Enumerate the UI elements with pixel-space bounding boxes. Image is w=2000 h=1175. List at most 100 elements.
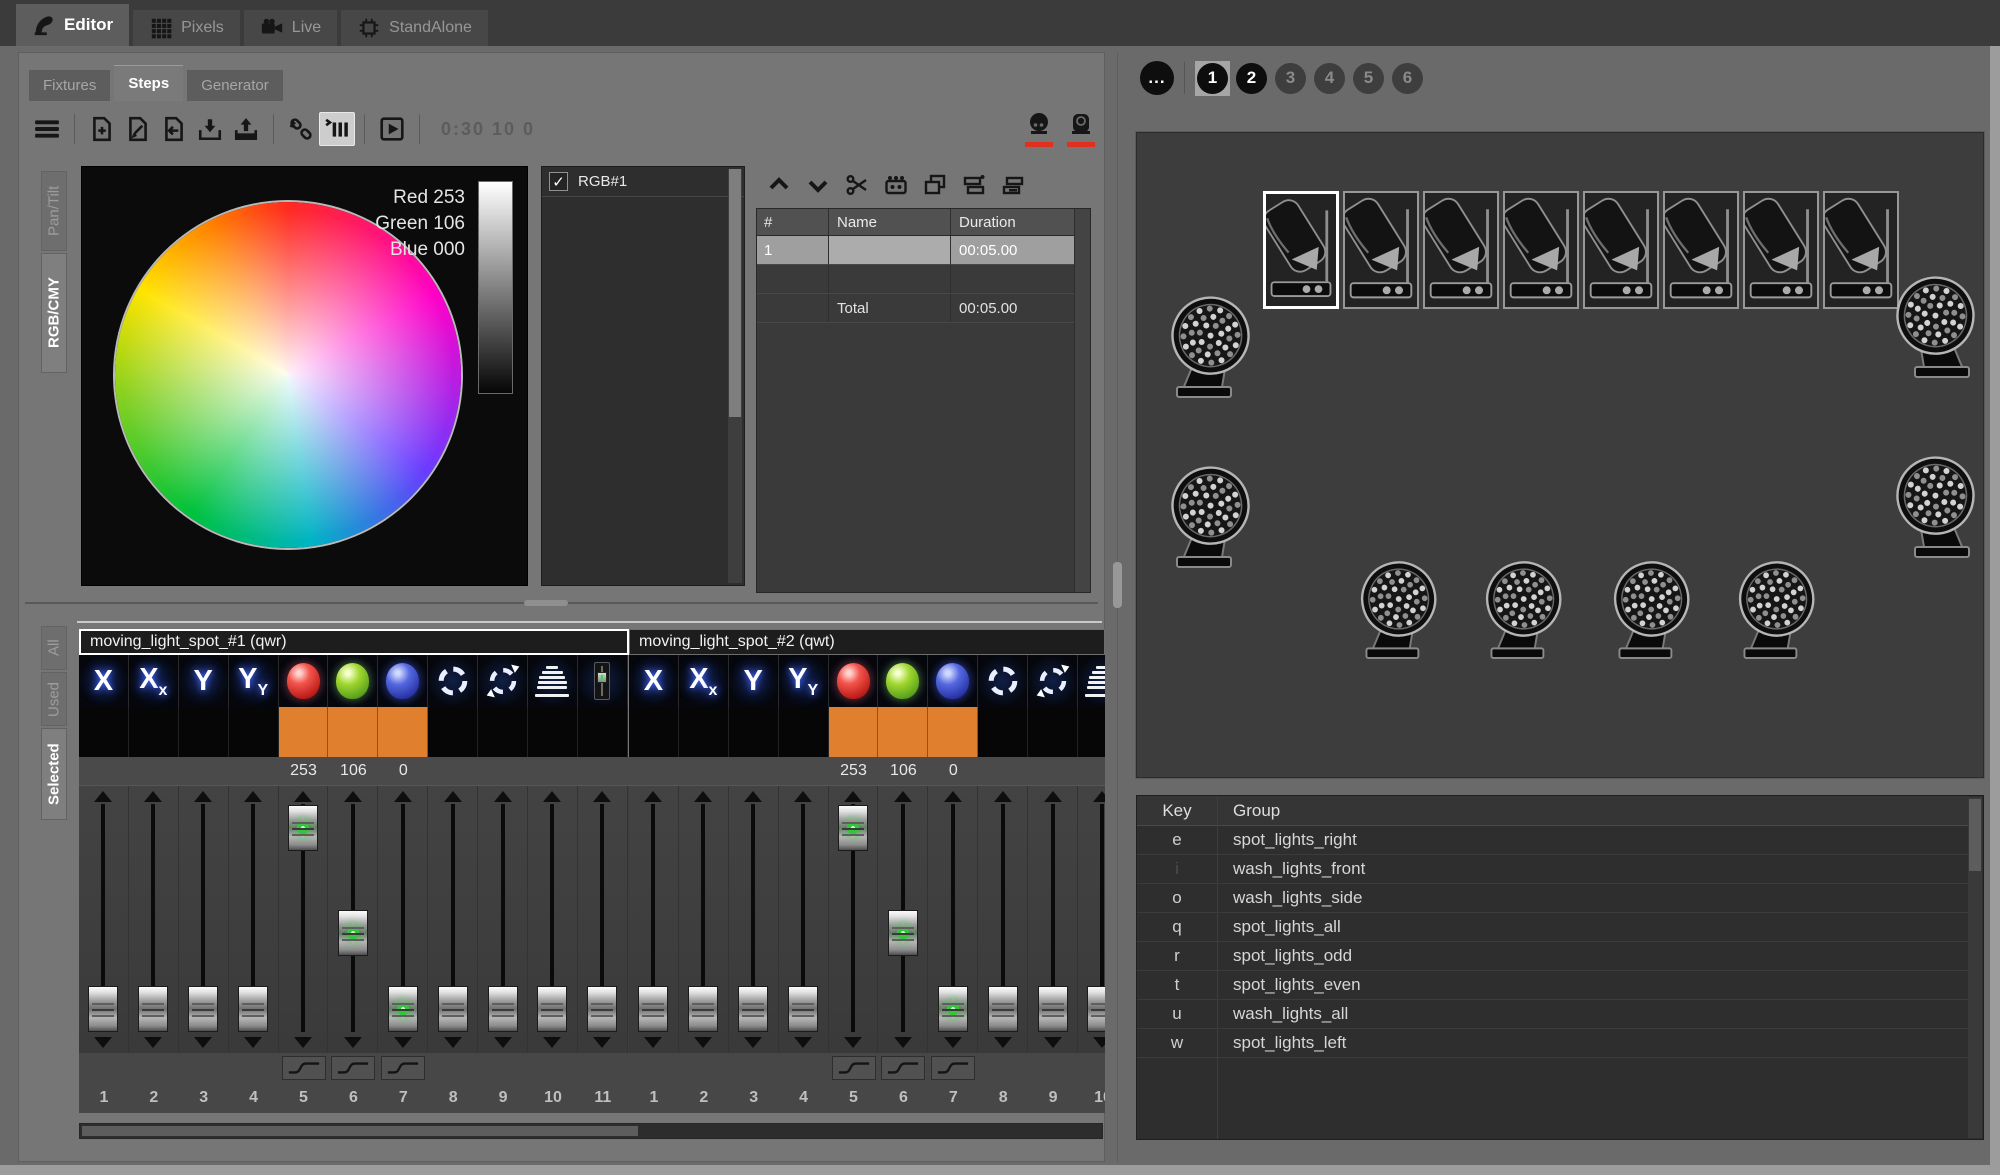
channel-curve-cell[interactable] — [829, 1053, 879, 1083]
fader-up-arrow[interactable] — [194, 791, 212, 802]
channel-icon-cell[interactable]: YY — [779, 655, 829, 707]
channel-fader[interactable] — [878, 786, 928, 1053]
channel-fader[interactable] — [79, 786, 129, 1053]
fader-down-arrow[interactable] — [794, 1037, 812, 1048]
fader-thumb[interactable] — [587, 986, 617, 1032]
blackout-spot-button[interactable] — [1024, 111, 1054, 147]
fader-down-arrow[interactable] — [94, 1037, 112, 1048]
group-row[interactable]: w spot_lights_left — [1137, 1029, 1968, 1058]
channel-fader[interactable] — [779, 786, 829, 1053]
fader-up-arrow[interactable] — [94, 791, 112, 802]
channel-fader[interactable] — [679, 786, 729, 1053]
stage-wash-fixture[interactable] — [1478, 553, 1578, 663]
scrollbar-thumb[interactable] — [729, 169, 741, 417]
fader-up-arrow[interactable] — [543, 791, 561, 802]
fade-curve-icon[interactable] — [331, 1056, 375, 1080]
channel-value-block[interactable] — [179, 707, 229, 757]
channel-value-block[interactable] — [679, 707, 729, 757]
channel-fader[interactable] — [328, 786, 378, 1053]
fader-down-arrow[interactable] — [844, 1037, 862, 1048]
fader-down-arrow[interactable] — [644, 1037, 662, 1048]
stage-wash-fixture[interactable] — [1353, 553, 1453, 663]
group-row[interactable]: t spot_lights_even — [1137, 971, 1968, 1000]
fader-thumb[interactable] — [788, 986, 818, 1032]
stage-wash-fixture[interactable] — [1731, 553, 1831, 663]
tab-pixels[interactable]: Pixels — [133, 10, 240, 46]
channel-value-block[interactable] — [328, 707, 378, 757]
scrollbar-thumb[interactable] — [82, 1126, 638, 1136]
fade-curve-icon[interactable] — [931, 1056, 975, 1080]
stage-page-button-5[interactable]: 5 — [1351, 61, 1386, 96]
scene-checkbox[interactable]: ✓ — [549, 172, 568, 191]
tab-pan-tilt[interactable]: Pan/Tilt — [41, 171, 67, 251]
fader-down-arrow[interactable] — [494, 1037, 512, 1048]
fader-down-arrow[interactable] — [144, 1037, 162, 1048]
import-button[interactable] — [192, 112, 228, 146]
channel-value-block[interactable] — [1028, 707, 1078, 757]
stage-spot-fixture[interactable] — [1503, 191, 1579, 309]
scrollbar-thumb[interactable] — [1969, 799, 1981, 871]
group-row[interactable]: r spot_lights_odd — [1137, 942, 1968, 971]
steps-scrollbar[interactable] — [1074, 209, 1090, 592]
fader-up-arrow[interactable] — [794, 791, 812, 802]
scene-list-scrollbar[interactable] — [728, 169, 742, 583]
channel-curve-cell[interactable] — [328, 1053, 378, 1083]
fixture-title[interactable]: moving_light_spot_#2 (qwt) — [629, 629, 1105, 655]
channel-icon-cell[interactable] — [978, 655, 1028, 707]
tab-live[interactable]: Live — [244, 10, 337, 46]
channel-icon-cell[interactable]: YY — [229, 655, 279, 707]
tab-channels-all[interactable]: All — [41, 626, 67, 670]
channel-icon-cell[interactable] — [279, 655, 329, 707]
fade-curve-icon[interactable] — [381, 1056, 425, 1080]
fader-down-arrow[interactable] — [194, 1037, 212, 1048]
splitter-grip[interactable] — [524, 600, 568, 606]
fade-curve-icon[interactable] — [881, 1056, 925, 1080]
channel-fader[interactable] — [279, 786, 329, 1053]
channel-value-block[interactable] — [629, 707, 679, 757]
fader-up-arrow[interactable] — [944, 791, 962, 802]
channel-fader[interactable] — [829, 786, 879, 1053]
fader-up-arrow[interactable] — [894, 791, 912, 802]
stage-spot-fixture[interactable] — [1423, 191, 1499, 309]
fader-up-arrow[interactable] — [1093, 791, 1105, 802]
fader-down-arrow[interactable] — [1093, 1037, 1105, 1048]
tab-steps[interactable]: Steps — [114, 65, 183, 101]
group-row[interactable]: i wash_lights_front — [1137, 855, 1968, 884]
fader-thumb[interactable] — [988, 986, 1018, 1032]
fader-down-arrow[interactable] — [994, 1037, 1012, 1048]
channel-fader[interactable] — [1028, 786, 1078, 1053]
stage-spot-fixture[interactable] — [1343, 191, 1419, 309]
channel-fader[interactable] — [129, 786, 179, 1053]
channel-value-block[interactable] — [1078, 707, 1105, 757]
channel-value-block[interactable] — [878, 707, 928, 757]
step-record-button[interactable] — [879, 170, 913, 200]
channel-icon-cell[interactable]: X — [79, 655, 129, 707]
fader-up-arrow[interactable] — [744, 791, 762, 802]
step-cut-button[interactable] — [840, 170, 874, 200]
fader-up-arrow[interactable] — [244, 791, 262, 802]
fixture-title[interactable]: moving_light_spot_#1 (qwr) — [79, 629, 629, 655]
fader-up-arrow[interactable] — [593, 791, 611, 802]
channel-icon-cell[interactable]: Y — [729, 655, 779, 707]
stage-wash-fixture[interactable] — [1879, 269, 1983, 381]
fader-down-arrow[interactable] — [543, 1037, 561, 1048]
fader-thumb[interactable] — [488, 986, 518, 1032]
channel-icon-cell[interactable] — [878, 655, 928, 707]
step-paste-before-button[interactable] — [957, 170, 991, 200]
channel-icon-cell[interactable] — [829, 655, 879, 707]
channel-value-block[interactable] — [729, 707, 779, 757]
channel-icon-cell[interactable] — [1078, 655, 1105, 707]
channel-icon-cell[interactable] — [328, 655, 378, 707]
channel-fader[interactable] — [428, 786, 478, 1053]
channel-value-block[interactable] — [79, 707, 129, 757]
fader-down-arrow[interactable] — [344, 1037, 362, 1048]
stage-menu-button[interactable]: ... — [1140, 61, 1174, 95]
fader-down-arrow[interactable] — [444, 1037, 462, 1048]
fader-thumb[interactable] — [1038, 986, 1068, 1032]
channel-icon-cell[interactable] — [378, 655, 428, 707]
step-move-down-button[interactable] — [801, 170, 835, 200]
tab-rgb-cmy[interactable]: RGB/CMY — [41, 253, 67, 373]
fader-down-arrow[interactable] — [294, 1037, 312, 1048]
channel-value-block[interactable] — [279, 707, 329, 757]
channel-fader[interactable] — [1078, 786, 1105, 1053]
